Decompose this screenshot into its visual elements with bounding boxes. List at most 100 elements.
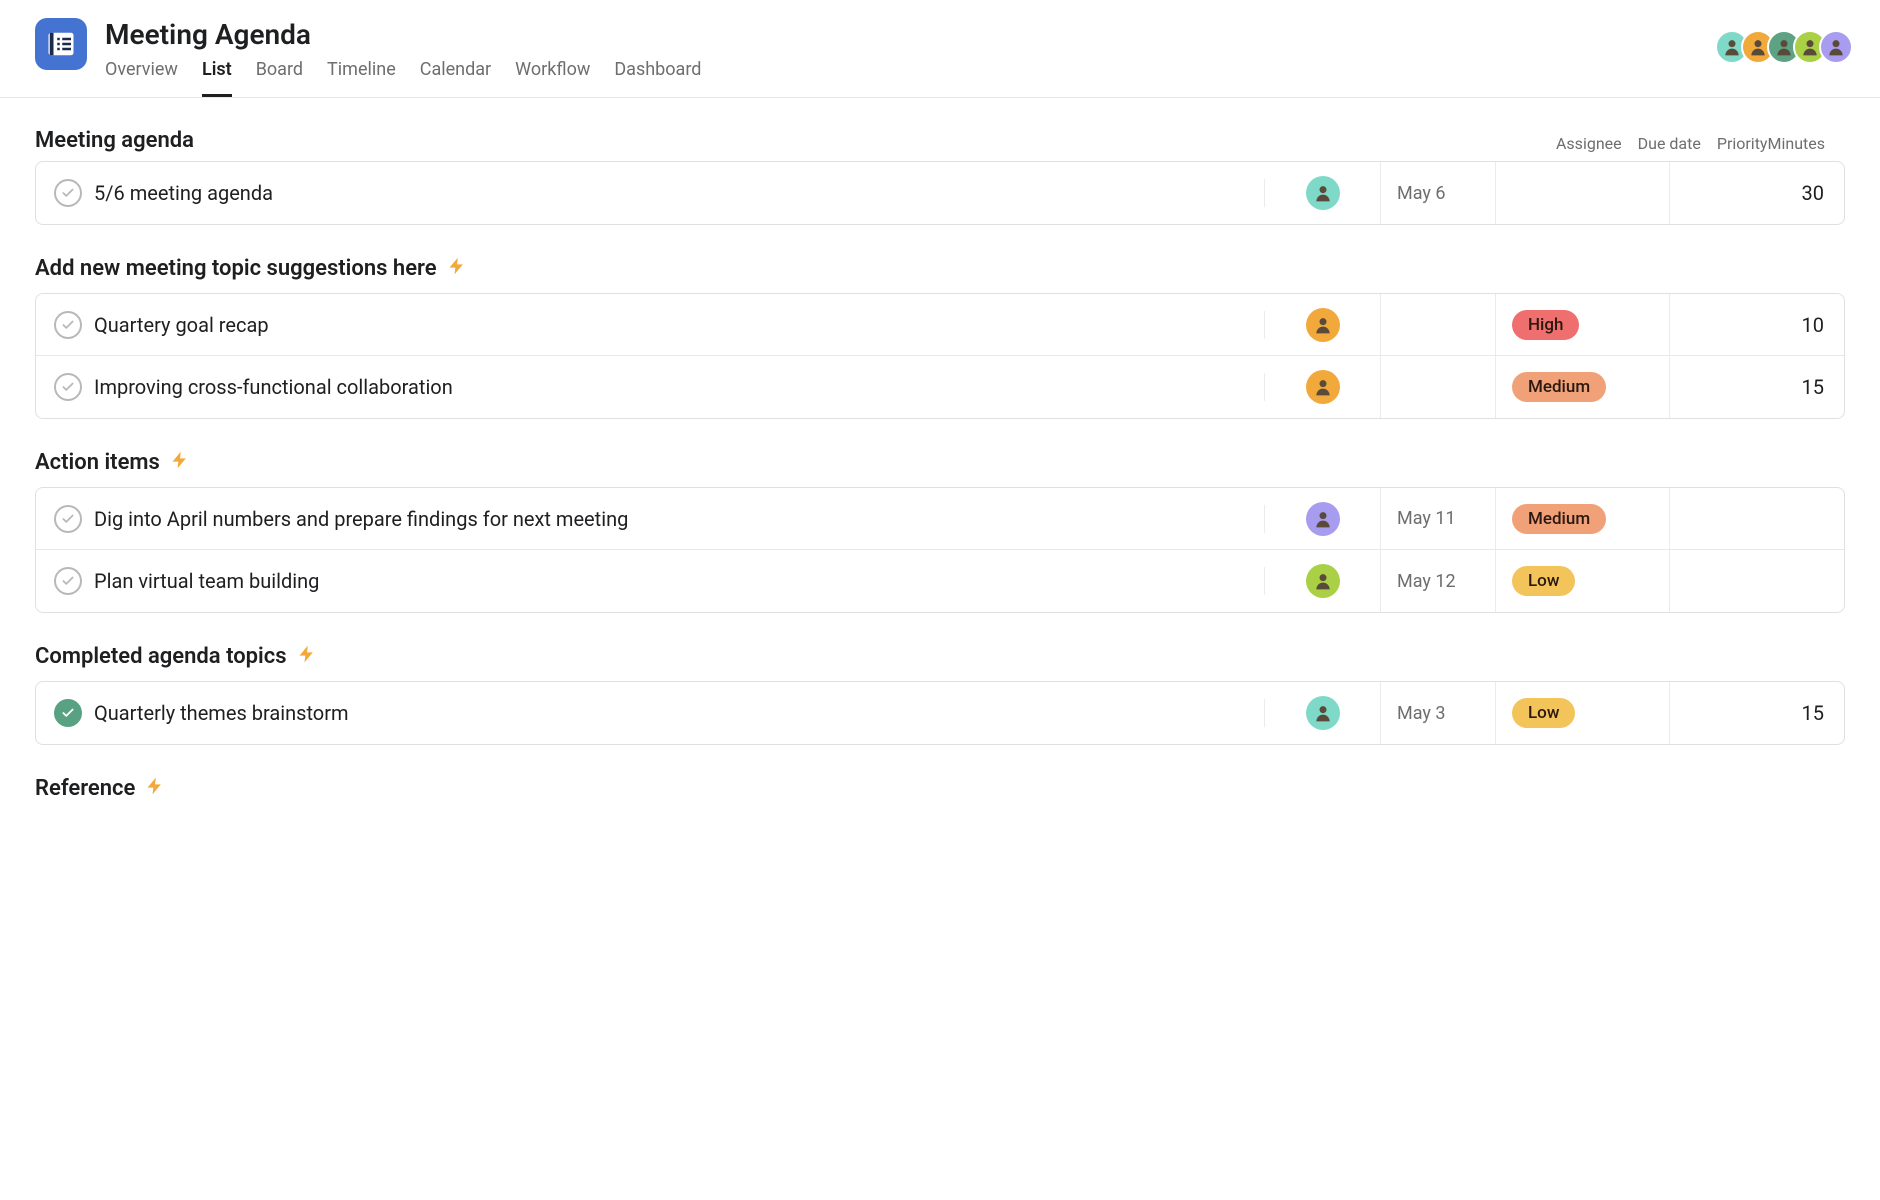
avatar xyxy=(1306,370,1340,404)
due-date-text: May 3 xyxy=(1397,703,1445,724)
priority-cell[interactable]: Medium xyxy=(1496,356,1670,418)
section-header-row: Meeting agenda Assignee Due date Priorit… xyxy=(35,128,1845,161)
assignee-cell[interactable] xyxy=(1265,682,1381,744)
task-row[interactable]: Quarterly themes brainstorm May 3 Low 15 xyxy=(36,682,1844,744)
tab-calendar[interactable]: Calendar xyxy=(420,59,491,97)
complete-task-button[interactable] xyxy=(54,373,82,401)
minutes-cell[interactable]: 30 xyxy=(1670,162,1844,224)
complete-task-button[interactable] xyxy=(54,567,82,595)
assignee-cell[interactable] xyxy=(1265,488,1381,549)
task-list: Dig into April numbers and prepare findi… xyxy=(35,487,1845,613)
due-date-cell[interactable]: May 3 xyxy=(1381,682,1496,744)
priority-pill: Low xyxy=(1512,566,1575,596)
tab-list[interactable]: List xyxy=(202,59,232,97)
tab-workflow[interactable]: Workflow xyxy=(515,59,590,97)
section-header[interactable]: Action items xyxy=(35,449,1845,475)
task-name-cell: Quarterly themes brainstorm xyxy=(36,699,1265,727)
task-list: Quarterly themes brainstorm May 3 Low 15 xyxy=(35,681,1845,745)
minutes-text: 15 xyxy=(1802,375,1824,399)
minutes-cell[interactable] xyxy=(1670,550,1844,612)
task-name: Plan virtual team building xyxy=(94,569,319,593)
bolt-icon xyxy=(297,643,317,669)
tab-overview[interactable]: Overview xyxy=(105,59,178,97)
priority-cell[interactable]: Low xyxy=(1496,550,1670,612)
priority-cell[interactable]: High xyxy=(1496,294,1670,355)
priority-pill: Medium xyxy=(1512,504,1606,534)
complete-task-button[interactable] xyxy=(54,179,82,207)
due-date-cell[interactable]: May 12 xyxy=(1381,550,1496,612)
section: Add new meeting topic suggestions here Qu… xyxy=(35,255,1845,419)
tab-dashboard[interactable]: Dashboard xyxy=(614,59,701,97)
task-name: Quartery goal recap xyxy=(94,313,269,337)
section-header[interactable]: Add new meeting topic suggestions here xyxy=(35,255,1845,281)
project-title[interactable]: Meeting Agenda xyxy=(105,18,701,51)
column-header-assignee[interactable]: Assignee xyxy=(1556,134,1622,153)
tab-board[interactable]: Board xyxy=(256,59,303,97)
minutes-cell[interactable]: 10 xyxy=(1670,294,1844,355)
avatar[interactable] xyxy=(1819,30,1853,64)
due-date-cell[interactable] xyxy=(1381,294,1496,355)
minutes-cell[interactable]: 15 xyxy=(1670,356,1844,418)
task-row[interactable]: 5/6 meeting agenda May 6 30 xyxy=(36,162,1844,224)
minutes-cell[interactable]: 15 xyxy=(1670,682,1844,744)
complete-task-button[interactable] xyxy=(54,311,82,339)
list-icon xyxy=(46,29,76,59)
complete-task-button[interactable] xyxy=(54,699,82,727)
task-list: Quartery goal recap High 10 Improving cross… xyxy=(35,293,1845,419)
task-name: Improving cross-functional collaboration xyxy=(94,375,453,399)
priority-cell[interactable]: Low xyxy=(1496,682,1670,744)
avatar xyxy=(1306,176,1340,210)
section-title: Reference xyxy=(35,776,135,801)
complete-task-button[interactable] xyxy=(54,505,82,533)
avatar xyxy=(1306,502,1340,536)
assignee-cell[interactable] xyxy=(1265,294,1381,355)
avatar xyxy=(1306,308,1340,342)
column-header-due-date[interactable]: Due date xyxy=(1622,134,1701,153)
section-title: Action items xyxy=(35,450,160,475)
task-name-cell: Dig into April numbers and prepare findi… xyxy=(36,505,1265,533)
collaborators[interactable] xyxy=(1715,30,1845,64)
task-name-cell: Quartery goal recap xyxy=(36,311,1265,339)
tab-timeline[interactable]: Timeline xyxy=(327,59,396,97)
priority-cell[interactable]: Medium xyxy=(1496,488,1670,549)
section: Action items Dig into April numbers and p… xyxy=(35,449,1845,613)
priority-pill: Medium xyxy=(1512,372,1606,402)
content: Meeting agenda Assignee Due date Priorit… xyxy=(0,98,1880,861)
header-left: Meeting Agenda Overview List Board Timeline… xyxy=(35,18,701,97)
section-title: Completed agenda topics xyxy=(35,644,287,669)
assignee-cell[interactable] xyxy=(1265,356,1381,418)
task-row[interactable]: Improving cross-functional collaboration… xyxy=(36,356,1844,418)
bolt-icon xyxy=(145,775,165,801)
column-header-minutes[interactable]: Minutes xyxy=(1768,134,1846,153)
section-header[interactable]: Completed agenda topics xyxy=(35,643,1845,669)
priority-cell[interactable] xyxy=(1496,162,1670,224)
column-header-priority[interactable]: Priority xyxy=(1701,134,1768,153)
due-date-cell[interactable] xyxy=(1381,356,1496,418)
priority-pill: Low xyxy=(1512,698,1575,728)
task-row[interactable]: Plan virtual team building May 12 Low xyxy=(36,550,1844,612)
section-header[interactable]: Reference xyxy=(35,775,1845,801)
minutes-text: 10 xyxy=(1802,313,1824,337)
due-date-text: May 6 xyxy=(1397,183,1445,204)
section-title[interactable]: Meeting agenda xyxy=(35,128,1556,153)
task-name: 5/6 meeting agenda xyxy=(94,181,273,205)
avatar xyxy=(1306,564,1340,598)
title-area: Meeting Agenda Overview List Board Timeline… xyxy=(105,18,701,97)
due-date-cell[interactable]: May 11 xyxy=(1381,488,1496,549)
assignee-cell[interactable] xyxy=(1265,162,1381,224)
task-name-cell: Improving cross-functional collaboration xyxy=(36,373,1265,401)
task-row[interactable]: Dig into April numbers and prepare findi… xyxy=(36,488,1844,550)
due-date-text: May 12 xyxy=(1397,571,1456,592)
due-date-cell[interactable]: May 6 xyxy=(1381,162,1496,224)
priority-pill: High xyxy=(1512,310,1579,340)
minutes-cell[interactable] xyxy=(1670,488,1844,549)
section: Completed agenda topics Quarterly themes … xyxy=(35,643,1845,745)
assignee-cell[interactable] xyxy=(1265,550,1381,612)
due-date-text: May 11 xyxy=(1397,508,1456,529)
bolt-icon xyxy=(170,449,190,475)
section-title: Add new meeting topic suggestions here xyxy=(35,256,437,281)
project-icon[interactable] xyxy=(35,18,87,70)
task-name-cell: Plan virtual team building xyxy=(36,567,1265,595)
section: Reference xyxy=(35,775,1845,801)
task-row[interactable]: Quartery goal recap High 10 xyxy=(36,294,1844,356)
